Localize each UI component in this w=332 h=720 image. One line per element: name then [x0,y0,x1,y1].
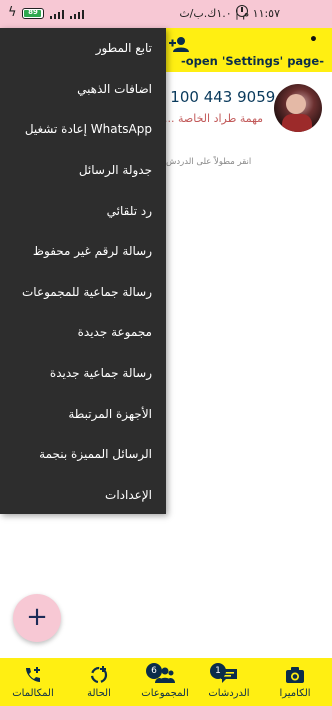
menu-item-linked-devices[interactable]: الأجهزة المرتبطة [0,394,166,435]
signal-icon [50,9,90,19]
battery-icon: 89 [22,8,44,19]
chat-name: 0 100 443 9059 [156,88,276,106]
nav-groups[interactable]: 6 المجموعات [132,658,198,706]
chat-preview: مهمة طراد الخاصة ... [164,112,264,125]
status-icon [90,666,108,684]
person-add-icon[interactable] [168,36,190,52]
menu-item-settings[interactable]: الإعدادات [0,475,166,516]
nav-label-status: الحالة [87,688,111,699]
nav-label-calls: المكالمات [12,688,54,699]
more-options-icon[interactable]: • [309,32,318,48]
avatar[interactable] [274,84,322,132]
new-chat-fab[interactable]: + [13,594,61,642]
charging-icon: ϟ [8,5,17,20]
long-press-hint: انقر مطولاً على الدردش [166,157,252,167]
camera-icon [286,667,304,683]
plus-icon: + [26,602,48,632]
header-subtitle[interactable]: -open 'Settings' page- [181,54,324,68]
bottom-nav: الكاميرا 1 الدردشات 6 المجموعات الحالة ا… [0,658,332,706]
nav-label-camera: الكاميرا [279,688,311,699]
overflow-menu: تابع المطور اضافات الذهبي إعادة تشغيل Wh… [0,28,166,514]
status-time: ١١:٥٧ م | ١.٠ك.ب/ث [179,7,280,20]
nav-status[interactable]: الحالة [66,658,132,706]
calls-icon [26,667,40,682]
menu-item-follow-developer[interactable]: تابع المطور [0,28,166,69]
nav-label-groups: المجموعات [141,688,189,699]
groups-badge: 6 [146,663,162,679]
menu-item-auto-reply[interactable]: رد تلقائي [0,191,166,232]
nav-camera[interactable]: الكاميرا [262,658,328,706]
chats-badge: 1 [210,663,226,679]
system-nav-bar [0,706,332,720]
nav-calls[interactable]: المكالمات [0,658,66,706]
battery-level: 89 [28,8,38,16]
menu-item-new-broadcast[interactable]: رسالة جماعية جديدة [0,353,166,394]
menu-item-restart-whatsapp[interactable]: إعادة تشغيل WhatsApp [0,109,166,150]
menu-item-schedule-messages[interactable]: جدولة الرسائل [0,150,166,191]
nav-label-chats: الدردشات [208,688,250,699]
nav-chats[interactable]: 1 الدردشات [196,658,262,706]
menu-item-starred-messages[interactable]: الرسائل المميزة بنجمة [0,434,166,475]
menu-item-message-unsaved-number[interactable]: رسالة لرقم غير محفوظ [0,231,166,272]
menu-item-broadcast-to-groups[interactable]: رسالة جماعية للمجموعات [0,272,166,313]
menu-item-new-group[interactable]: مجموعة جديدة [0,312,166,353]
status-bar: ϟ 89 ١١:٥٧ م | ١.٠ك.ب/ث [0,0,332,28]
menu-item-golden-addons[interactable]: اضافات الذهبي [0,69,166,110]
